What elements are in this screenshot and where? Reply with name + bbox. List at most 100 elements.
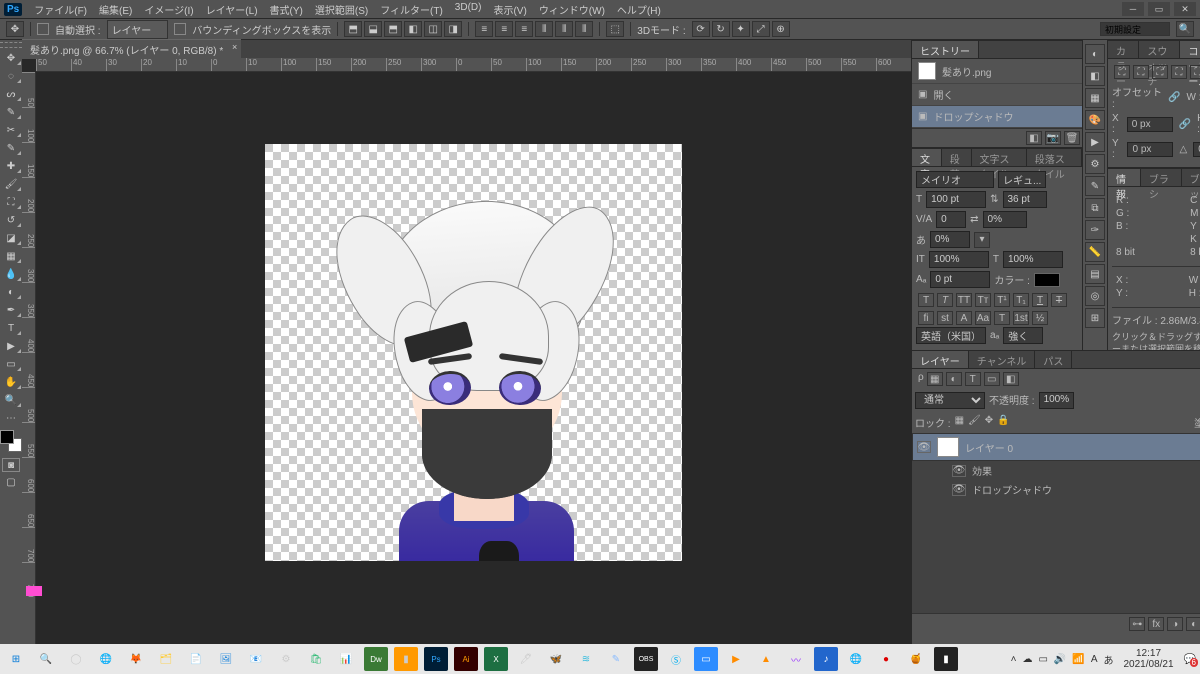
filter-adjust-icon[interactable]: ◐ bbox=[946, 372, 962, 386]
globe-icon[interactable]: 🌐 bbox=[844, 647, 868, 671]
settings-icon[interactable]: ⚙ bbox=[274, 647, 298, 671]
distribute-left-icon[interactable]: ⫴ bbox=[535, 21, 553, 37]
clone-src-1-icon[interactable]: ⛶ bbox=[1114, 65, 1130, 79]
close-button[interactable]: ✕ bbox=[1174, 2, 1196, 16]
menu-file[interactable]: ファイル(F) bbox=[30, 0, 91, 19]
smallcaps-icon[interactable]: Tᴛ bbox=[975, 293, 991, 307]
auto-select-checkbox[interactable] bbox=[37, 23, 49, 35]
zoom-icon[interactable]: ▭ bbox=[694, 647, 718, 671]
lock-position-icon[interactable]: ✥ bbox=[985, 415, 993, 430]
baseline-field[interactable]: 0 pt bbox=[930, 271, 990, 288]
strike-icon[interactable]: T bbox=[1051, 293, 1067, 307]
search-taskbar-icon[interactable]: 🔍 bbox=[34, 647, 58, 671]
chrome-icon[interactable]: 🌐 bbox=[94, 647, 118, 671]
effect-visibility-icon[interactable]: 👁 bbox=[952, 465, 966, 477]
butterfly-icon[interactable]: 🦋 bbox=[544, 647, 568, 671]
taskbar-clock[interactable]: 12:17 2021/08/21 bbox=[1119, 648, 1177, 670]
show-bounds-checkbox[interactable] bbox=[174, 23, 186, 35]
styles-icon[interactable]: ◧ bbox=[1085, 66, 1105, 86]
mode3d-5-icon[interactable]: ⊕ bbox=[772, 21, 790, 37]
aa-field[interactable] bbox=[1003, 327, 1043, 344]
ot-5-icon[interactable]: T bbox=[994, 311, 1010, 325]
marquee-tool[interactable]: ◌ bbox=[0, 68, 22, 84]
taskmgr-icon[interactable]: 📊 bbox=[334, 647, 358, 671]
paths-icon[interactable]: ✑ bbox=[1085, 220, 1105, 240]
minimize-button[interactable]: ─ bbox=[1122, 2, 1144, 16]
create-document-icon[interactable]: ◧ bbox=[1026, 131, 1042, 145]
y-field[interactable]: 0 px bbox=[1127, 142, 1173, 157]
action-center-icon[interactable]: 💬6 bbox=[1184, 654, 1196, 665]
music-icon[interactable]: ♪ bbox=[814, 647, 838, 671]
effect-visibility-icon[interactable]: 👁 bbox=[952, 484, 966, 496]
distribute-bottom-icon[interactable]: ≡ bbox=[515, 21, 533, 37]
timeline-icon[interactable]: ⧉ bbox=[1085, 198, 1105, 218]
nav-icon[interactable]: ◎ bbox=[1085, 286, 1105, 306]
brush-preset-tab[interactable]: ブラシプリセット bbox=[1182, 169, 1200, 186]
app-icon-1[interactable]: ≋ bbox=[574, 647, 598, 671]
tray-battery-icon[interactable]: ▭ bbox=[1038, 654, 1047, 665]
leading-field[interactable] bbox=[1003, 191, 1047, 208]
paragraph-tab[interactable]: 段落 bbox=[942, 149, 972, 166]
path-select-tool[interactable]: ▶ bbox=[0, 338, 22, 354]
channels-tab[interactable]: チャンネル bbox=[969, 351, 1036, 368]
filter-type-icon[interactable]: T bbox=[965, 372, 981, 386]
cortana-icon[interactable]: ◯ bbox=[64, 647, 88, 671]
ot-1-icon[interactable]: fi bbox=[918, 311, 934, 325]
zoom-tool[interactable]: 🔍 bbox=[0, 392, 22, 408]
tsume-toggle[interactable]: ▾ bbox=[974, 232, 990, 248]
char-tab[interactable]: 文字 bbox=[912, 149, 942, 166]
ot-7-icon[interactable]: ½ bbox=[1032, 311, 1048, 325]
obs-icon[interactable]: OBS bbox=[634, 647, 658, 671]
brush-tool[interactable]: 🖌 bbox=[0, 176, 22, 192]
menu-type[interactable]: 書式(Y) bbox=[266, 0, 307, 19]
menu-select[interactable]: 選択範囲(S) bbox=[311, 0, 372, 19]
record-icon[interactable]: ● bbox=[874, 647, 898, 671]
superscript-icon[interactable]: T¹ bbox=[994, 293, 1010, 307]
color-icon[interactable]: 🎨 bbox=[1085, 110, 1105, 130]
toolbar-grip[interactable] bbox=[0, 42, 22, 48]
mode3d-4-icon[interactable]: ⤢ bbox=[752, 21, 770, 37]
quick-select-tool[interactable]: ✎ bbox=[0, 104, 22, 120]
underline-icon[interactable]: T bbox=[1032, 293, 1048, 307]
explorer-icon[interactable]: 🗂 bbox=[154, 647, 178, 671]
tray-cloud-icon[interactable]: ☁ bbox=[1022, 654, 1032, 665]
layers-tab[interactable]: レイヤー bbox=[912, 351, 969, 368]
maximize-button[interactable]: ▭ bbox=[1148, 2, 1170, 16]
filter-shape-icon[interactable]: ▭ bbox=[984, 372, 1000, 386]
auto-align-icon[interactable]: ⬚ bbox=[606, 21, 624, 37]
sublime-icon[interactable]: ▮ bbox=[394, 647, 418, 671]
move-tool[interactable]: ✥ bbox=[0, 50, 22, 66]
filter-smart-icon[interactable]: ◧ bbox=[1003, 372, 1019, 386]
char-style-tab[interactable]: 文字スタイル bbox=[972, 149, 1027, 166]
align-bottom-icon[interactable]: ⬒ bbox=[384, 21, 402, 37]
text-color-swatch[interactable] bbox=[1034, 273, 1060, 287]
document-tab[interactable]: 髪あり.png @ 66.7% (レイヤー 0, RGB/8) * × bbox=[22, 39, 241, 59]
italic-icon[interactable]: T bbox=[937, 293, 953, 307]
ot-4-icon[interactable]: Aa bbox=[975, 311, 991, 325]
search-icon[interactable]: 🔍 bbox=[1176, 21, 1194, 37]
blur-tool[interactable]: 💧 bbox=[0, 266, 22, 282]
layer-effects-row[interactable]: 👁 効果 bbox=[912, 461, 1200, 480]
color-tab[interactable]: カラー bbox=[1108, 41, 1139, 58]
firefox-icon[interactable]: 🦊 bbox=[124, 647, 148, 671]
notes-icon[interactable]: ✎ bbox=[1085, 176, 1105, 196]
auto-select-target[interactable]: レイヤー bbox=[107, 20, 169, 39]
outlook-icon[interactable]: 📧 bbox=[244, 647, 268, 671]
lock-transparent-icon[interactable]: ▦ bbox=[955, 415, 964, 430]
trash-icon[interactable]: 🗑 bbox=[1064, 131, 1080, 145]
link2-icon[interactable]: 🔗 bbox=[1179, 119, 1191, 130]
tray-chevron-icon[interactable]: ˄ bbox=[1011, 654, 1017, 665]
history-step-dropshadow[interactable]: ▣ ドロップシャドウ bbox=[912, 106, 1082, 128]
clone-source-tab[interactable]: コピーソース bbox=[1180, 41, 1200, 58]
media-icon[interactable]: ▶ bbox=[724, 647, 748, 671]
app-icon-2[interactable]: ✎ bbox=[604, 647, 628, 671]
quick-mask-toggle[interactable]: ◙ bbox=[2, 458, 20, 472]
align-left-icon[interactable]: ◧ bbox=[404, 21, 422, 37]
terminal-icon[interactable]: ▮ bbox=[934, 647, 958, 671]
more-tools[interactable]: ⋯ bbox=[0, 410, 22, 426]
menu-layer[interactable]: レイヤー(L) bbox=[202, 0, 262, 19]
photos-icon[interactable]: 🖼 bbox=[214, 647, 238, 671]
lasso-tool[interactable]: ᔕ bbox=[0, 86, 22, 102]
pen-tool[interactable]: ✒ bbox=[0, 302, 22, 318]
menu-edit[interactable]: 編集(E) bbox=[95, 0, 136, 19]
